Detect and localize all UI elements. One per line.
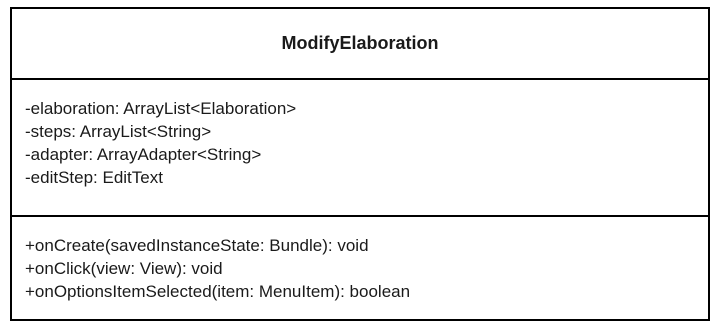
class-name: ModifyElaboration bbox=[281, 33, 439, 53]
method-on-click: +onClick(view: View): void bbox=[25, 259, 223, 278]
attribute-steps: -steps: ArrayList<String> bbox=[25, 122, 212, 141]
method-on-create: +onCreate(savedInstanceState: Bundle): v… bbox=[25, 236, 369, 255]
uml-class-box: ModifyElaboration -elaboration: ArrayLis… bbox=[10, 7, 710, 321]
attribute-edit-step: -editStep: EditText bbox=[25, 168, 163, 187]
class-name-compartment: ModifyElaboration bbox=[12, 9, 708, 80]
attribute-adapter: -adapter: ArrayAdapter<String> bbox=[25, 145, 262, 164]
attributes-compartment: -elaboration: ArrayList<Elaboration> -st… bbox=[12, 80, 708, 217]
attribute-elaboration: -elaboration: ArrayList<Elaboration> bbox=[25, 99, 297, 118]
method-on-options-item-selected: +onOptionsItemSelected(item: MenuItem): … bbox=[25, 282, 411, 301]
methods-compartment: +onCreate(savedInstanceState: Bundle): v… bbox=[12, 217, 708, 319]
